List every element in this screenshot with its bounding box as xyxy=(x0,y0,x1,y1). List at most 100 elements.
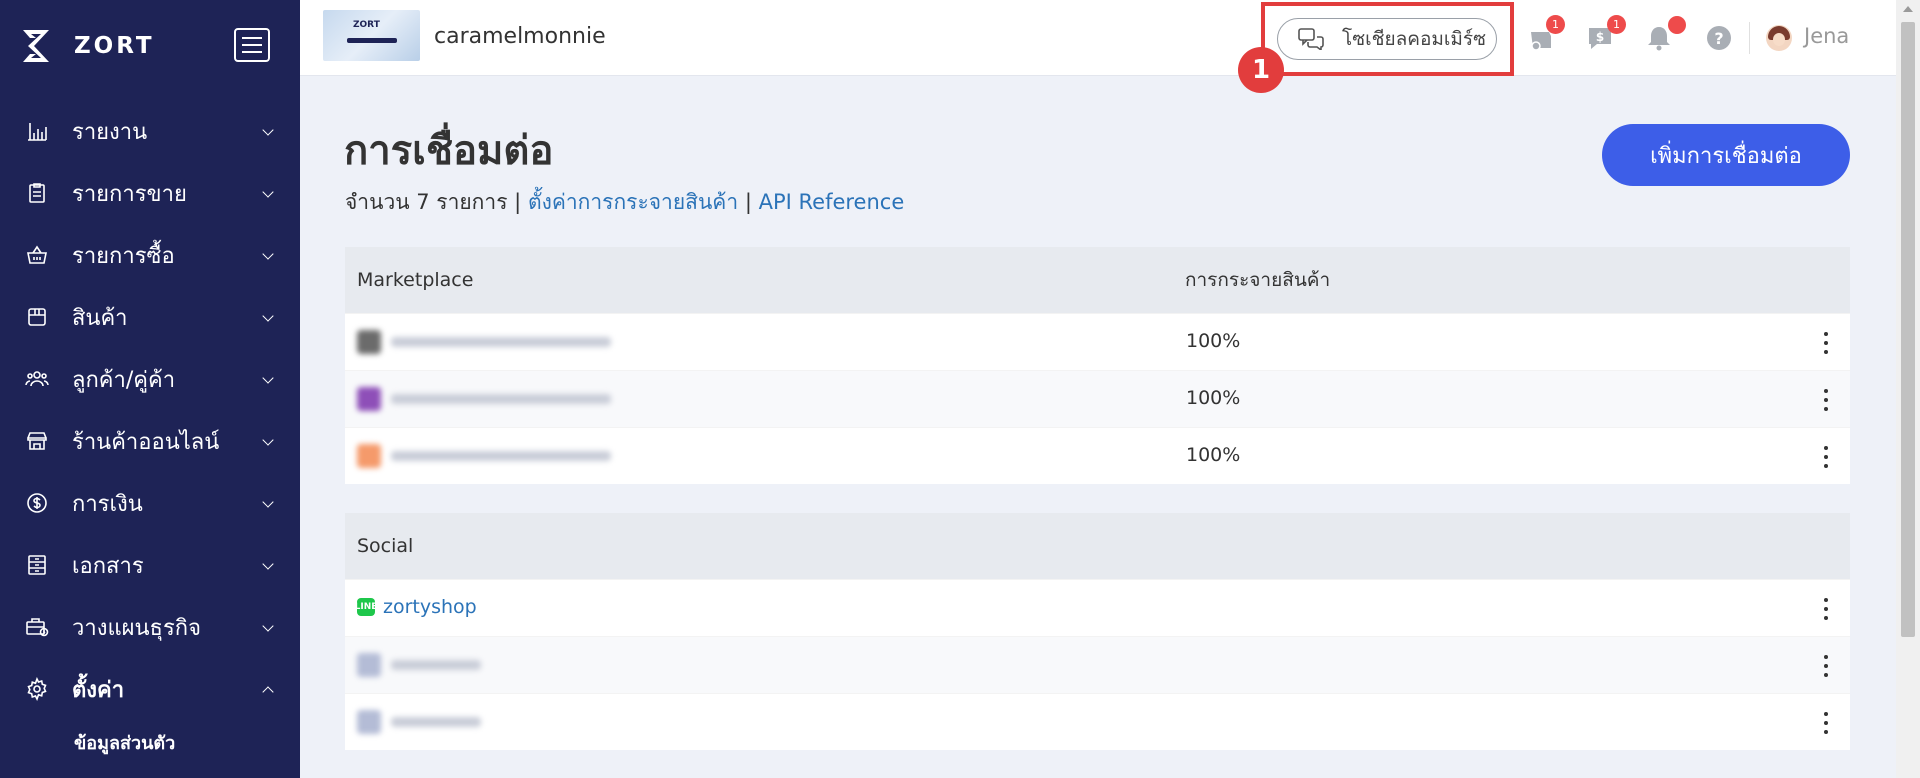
sidebar-item-reports[interactable]: รายงาน xyxy=(0,100,300,162)
line-shop-name[interactable]: zortyshop xyxy=(383,596,477,618)
add-connection-button[interactable]: เพิ่มการเชื่อมต่อ xyxy=(1602,124,1850,186)
distribution-percent: 100% xyxy=(1186,444,1241,466)
table-row[interactable]: 100% xyxy=(345,313,1850,370)
sidebar-item-label: รายงาน xyxy=(72,119,148,145)
line-connection[interactable]: LINE zortyshop xyxy=(355,596,477,618)
bell-notification-dot xyxy=(1668,16,1686,34)
header-divider xyxy=(1749,22,1750,54)
menu-toggle-button[interactable] xyxy=(234,28,270,62)
chevron-down-icon xyxy=(262,496,274,508)
briefcase-icon xyxy=(24,614,50,640)
table-row[interactable]: 100% xyxy=(345,370,1850,427)
table-row[interactable] xyxy=(345,636,1850,693)
more-options-icon[interactable] xyxy=(1818,712,1834,734)
svg-text:?: ? xyxy=(1714,29,1723,48)
sidebar-item-label: วางแผนธุรกิจ xyxy=(72,615,202,641)
help-icon[interactable]: ? xyxy=(1705,24,1733,52)
blurred-shop-name xyxy=(357,710,481,734)
chevron-down-icon xyxy=(262,186,274,198)
chevron-down-icon xyxy=(262,124,274,136)
distribution-settings-link[interactable]: ตั้งค่าการกระจายสินค้า xyxy=(528,190,738,214)
more-options-icon[interactable] xyxy=(1818,446,1834,468)
blurred-shop-name xyxy=(357,653,481,677)
sidebar-item-customers[interactable]: ลูกค้า/คู่ค้า xyxy=(0,348,300,410)
connection-summary: จำนวน 7 รายการ | ตั้งค่าการกระจายสินค้า … xyxy=(345,186,904,219)
sidebar-item-label: เอกสาร xyxy=(72,553,144,579)
store-icon xyxy=(24,428,50,454)
sidebar-item-label: รายการซื้อ xyxy=(72,243,175,269)
brand-name: ZORT xyxy=(74,33,155,59)
sidebar-item-products[interactable]: สินค้า xyxy=(0,286,300,348)
separator: | xyxy=(744,190,752,214)
sidebar-nav: รายงาน รายการขาย รายการซื้อ สินค้า ลูกค้… xyxy=(0,100,300,764)
marketplace-column-header: Marketplace xyxy=(357,269,474,291)
sidebar-item-finance[interactable]: การเงิน xyxy=(0,472,300,534)
brand[interactable]: ZORT xyxy=(20,26,155,66)
blurred-shop-name xyxy=(357,387,611,411)
distribution-column-header: การกระจายสินค้า xyxy=(1185,269,1331,291)
svg-text:$: $ xyxy=(1596,30,1604,44)
shop-name[interactable]: caramelmonnie xyxy=(434,24,606,49)
more-options-icon[interactable] xyxy=(1818,655,1834,677)
sidebar-item-label: การเงิน xyxy=(72,491,143,517)
sidebar-item-label: สินค้า xyxy=(72,305,128,331)
sidebar-item-label: ตั้งค่า xyxy=(72,677,125,703)
sidebar: ZORT รายงาน รายการขาย รายการซื้อ สินค้า … xyxy=(0,0,300,778)
blurred-shop-name xyxy=(357,444,611,468)
social-card: Social LINE zortyshop xyxy=(345,513,1850,750)
sidebar-item-sales[interactable]: รายการขาย xyxy=(0,162,300,224)
sidebar-item-label: ร้านค้าออนไลน์ xyxy=(72,429,220,455)
chevron-down-icon xyxy=(262,620,274,632)
social-commerce-button[interactable]: โซเชียลคอมเมิร์ซ xyxy=(1277,18,1497,60)
distribution-percent: 100% xyxy=(1186,387,1241,409)
sidebar-item-purchases[interactable]: รายการซื้อ xyxy=(0,224,300,286)
more-options-icon[interactable] xyxy=(1818,389,1834,411)
box-icon xyxy=(24,304,50,330)
more-options-icon[interactable] xyxy=(1818,332,1834,354)
social-header: Social xyxy=(345,513,1850,579)
scroll-up-arrow[interactable] xyxy=(1903,6,1913,12)
sidebar-subitem-profile[interactable]: ข้อมูลส่วนตัว xyxy=(0,720,300,764)
api-reference-link[interactable]: API Reference xyxy=(759,190,905,214)
chevron-up-icon xyxy=(262,686,274,698)
chat-bubbles-icon xyxy=(1298,28,1324,50)
shop-thumbnail[interactable]: ZORT xyxy=(323,10,420,61)
chevron-down-icon xyxy=(262,558,274,570)
clipboard-icon xyxy=(24,180,50,206)
separator: | xyxy=(514,190,522,214)
zort-logo-icon xyxy=(23,30,49,62)
bar-chart-icon xyxy=(24,118,50,144)
connection-count: จำนวน 7 รายการ xyxy=(345,190,508,214)
users-icon xyxy=(24,366,50,392)
sidebar-item-business-plan[interactable]: วางแผนธุรกิจ xyxy=(0,596,300,658)
marketplace-header: Marketplace การกระจายสินค้า xyxy=(345,247,1850,313)
more-options-icon[interactable] xyxy=(1818,598,1834,620)
social-commerce-label: โซเชียลคอมเมิร์ซ xyxy=(1342,28,1487,50)
step-badge: 1 xyxy=(1238,47,1284,93)
user-name[interactable]: Jena xyxy=(1804,24,1849,48)
chevron-down-icon xyxy=(262,434,274,446)
sidebar-item-label: รายการขาย xyxy=(72,181,187,207)
gear-icon xyxy=(24,676,50,702)
table-row[interactable]: 100% xyxy=(345,427,1850,484)
table-row[interactable]: LINE zortyshop xyxy=(345,579,1850,636)
sidebar-item-online-store[interactable]: ร้านค้าออนไลน์ xyxy=(0,410,300,472)
distribution-percent: 100% xyxy=(1186,330,1241,352)
page-title: การเชื่อมต่อ xyxy=(344,128,554,174)
sidebar-item-documents[interactable]: เอกสาร xyxy=(0,534,300,596)
orders-notification-badge: 1 xyxy=(1546,15,1565,34)
table-row[interactable] xyxy=(345,693,1850,750)
scroll-thumb[interactable] xyxy=(1901,22,1915,637)
social-column-header: Social xyxy=(357,535,414,557)
page-scrollbar[interactable] xyxy=(1896,0,1920,778)
blurred-shop-name xyxy=(357,330,611,354)
sidebar-item-settings[interactable]: ตั้งค่า xyxy=(0,658,300,720)
dollar-icon xyxy=(24,490,50,516)
user-avatar[interactable] xyxy=(1766,25,1792,51)
chevron-down-icon xyxy=(262,372,274,384)
document-icon xyxy=(24,552,50,578)
payment-notification-badge: 1 xyxy=(1607,15,1626,34)
chevron-down-icon xyxy=(262,310,274,322)
line-icon: LINE xyxy=(355,598,377,616)
chevron-down-icon xyxy=(262,248,274,260)
